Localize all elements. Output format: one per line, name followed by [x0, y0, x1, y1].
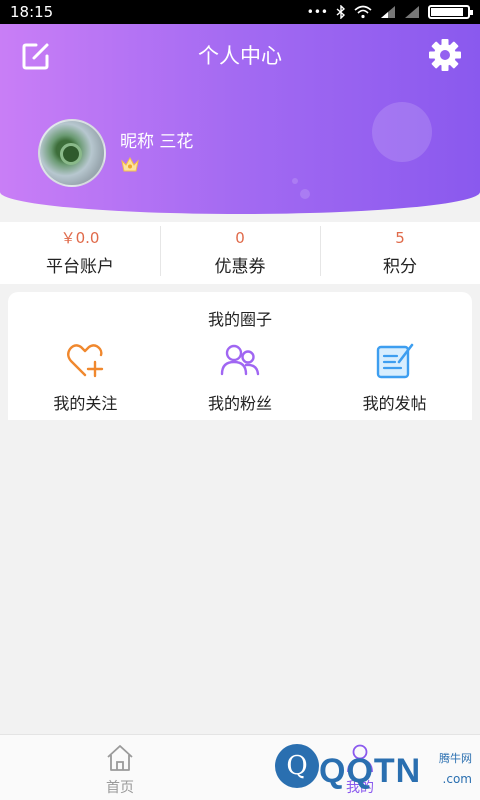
my-circle-title: 我的圈子 — [207, 310, 272, 329]
post-edit-icon — [376, 343, 413, 379]
circle-item-label: 我的关注 — [53, 394, 118, 413]
bottom-tab-bar: 首页 我的 — [0, 734, 480, 800]
signal-icon — [381, 6, 395, 18]
status-bar: 18:15 ••• — [0, 0, 480, 24]
tab-mine[interactable]: 我的 — [320, 743, 400, 797]
heart-plus-icon — [67, 344, 104, 378]
stat-coupons[interactable]: 0 优惠券 — [160, 222, 320, 284]
gear-icon[interactable] — [428, 38, 462, 72]
dots-icon: ••• — [306, 5, 328, 19]
my-circle-card: 我的圈子 我的关注 我的粉丝 我的发帖 — [8, 292, 472, 420]
status-time: 18:15 — [10, 3, 54, 21]
circle-item-label: 我的粉丝 — [208, 394, 273, 413]
wifi-icon — [354, 5, 372, 19]
stat-value: ￥0.0 — [60, 229, 100, 247]
decor-bubble — [300, 189, 310, 199]
stat-label: 平台账户 — [46, 257, 114, 277]
stat-value: 5 — [395, 229, 405, 247]
circle-item-fans[interactable]: 我的粉丝 — [163, 342, 318, 414]
circle-item-label: 我的发帖 — [362, 394, 427, 413]
avatar[interactable] — [38, 119, 106, 187]
nickname: 昵称 三花 — [120, 132, 194, 152]
users-icon — [220, 344, 260, 376]
stat-value: 0 — [235, 229, 245, 247]
decor-bubble — [292, 178, 298, 184]
tab-home[interactable]: 首页 — [80, 743, 160, 797]
status-icons: ••• — [306, 0, 473, 24]
tab-label: 首页 — [106, 780, 134, 796]
page-title: 个人中心 — [198, 44, 282, 68]
stat-label: 积分 — [383, 257, 417, 277]
battery-icon — [428, 5, 473, 19]
signal-icon — [405, 6, 419, 18]
circle-item-posts[interactable]: 我的发帖 — [317, 342, 472, 414]
home-icon — [107, 745, 133, 771]
bluetooth-icon — [336, 5, 346, 19]
tab-label: 我的 — [346, 780, 374, 796]
person-icon — [347, 744, 373, 773]
stat-platform-account[interactable]: ￥0.0 平台账户 — [0, 222, 160, 284]
crown-icon — [121, 156, 139, 172]
profile-header: 个人中心 昵称 三花 — [0, 24, 480, 214]
stat-label: 优惠券 — [214, 257, 266, 277]
circle-item-following[interactable]: 我的关注 — [8, 342, 163, 414]
stats-row: ￥0.0 平台账户 0 优惠券 5 积分 — [0, 222, 480, 284]
decor-bubble — [372, 102, 432, 162]
stat-points[interactable]: 5 积分 — [320, 222, 480, 284]
